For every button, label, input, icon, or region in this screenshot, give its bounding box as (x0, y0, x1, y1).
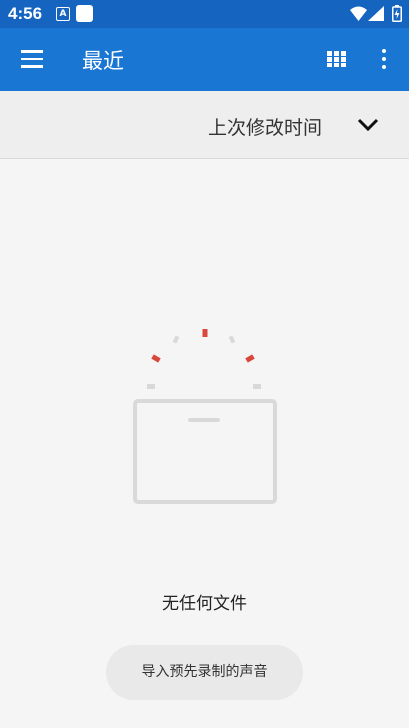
page-title: 最近 (82, 49, 124, 73)
grid-view-icon[interactable] (327, 51, 346, 67)
wifi-icon (350, 6, 367, 21)
sort-dropdown[interactable]: 上次修改时间 (0, 91, 409, 159)
empty-state-message: 无任何文件 (162, 594, 247, 614)
status-bar: 4:56 A (0, 0, 409, 28)
status-time: 4:56 (8, 4, 43, 23)
signal-icon (368, 6, 384, 21)
more-vert-icon[interactable] (378, 48, 390, 70)
battery-icon (392, 5, 402, 22)
chevron-down-icon[interactable] (357, 118, 379, 132)
app-notification-icon (76, 5, 93, 22)
sort-label: 上次修改时间 (207, 117, 322, 139)
menu-icon[interactable] (21, 50, 43, 68)
app-bar: 最近 (0, 28, 409, 91)
notification-a-icon: A (56, 7, 70, 21)
empty-folder-icon (133, 329, 277, 504)
import-recordings-button[interactable]: 导入预先录制的声音 (106, 645, 303, 700)
